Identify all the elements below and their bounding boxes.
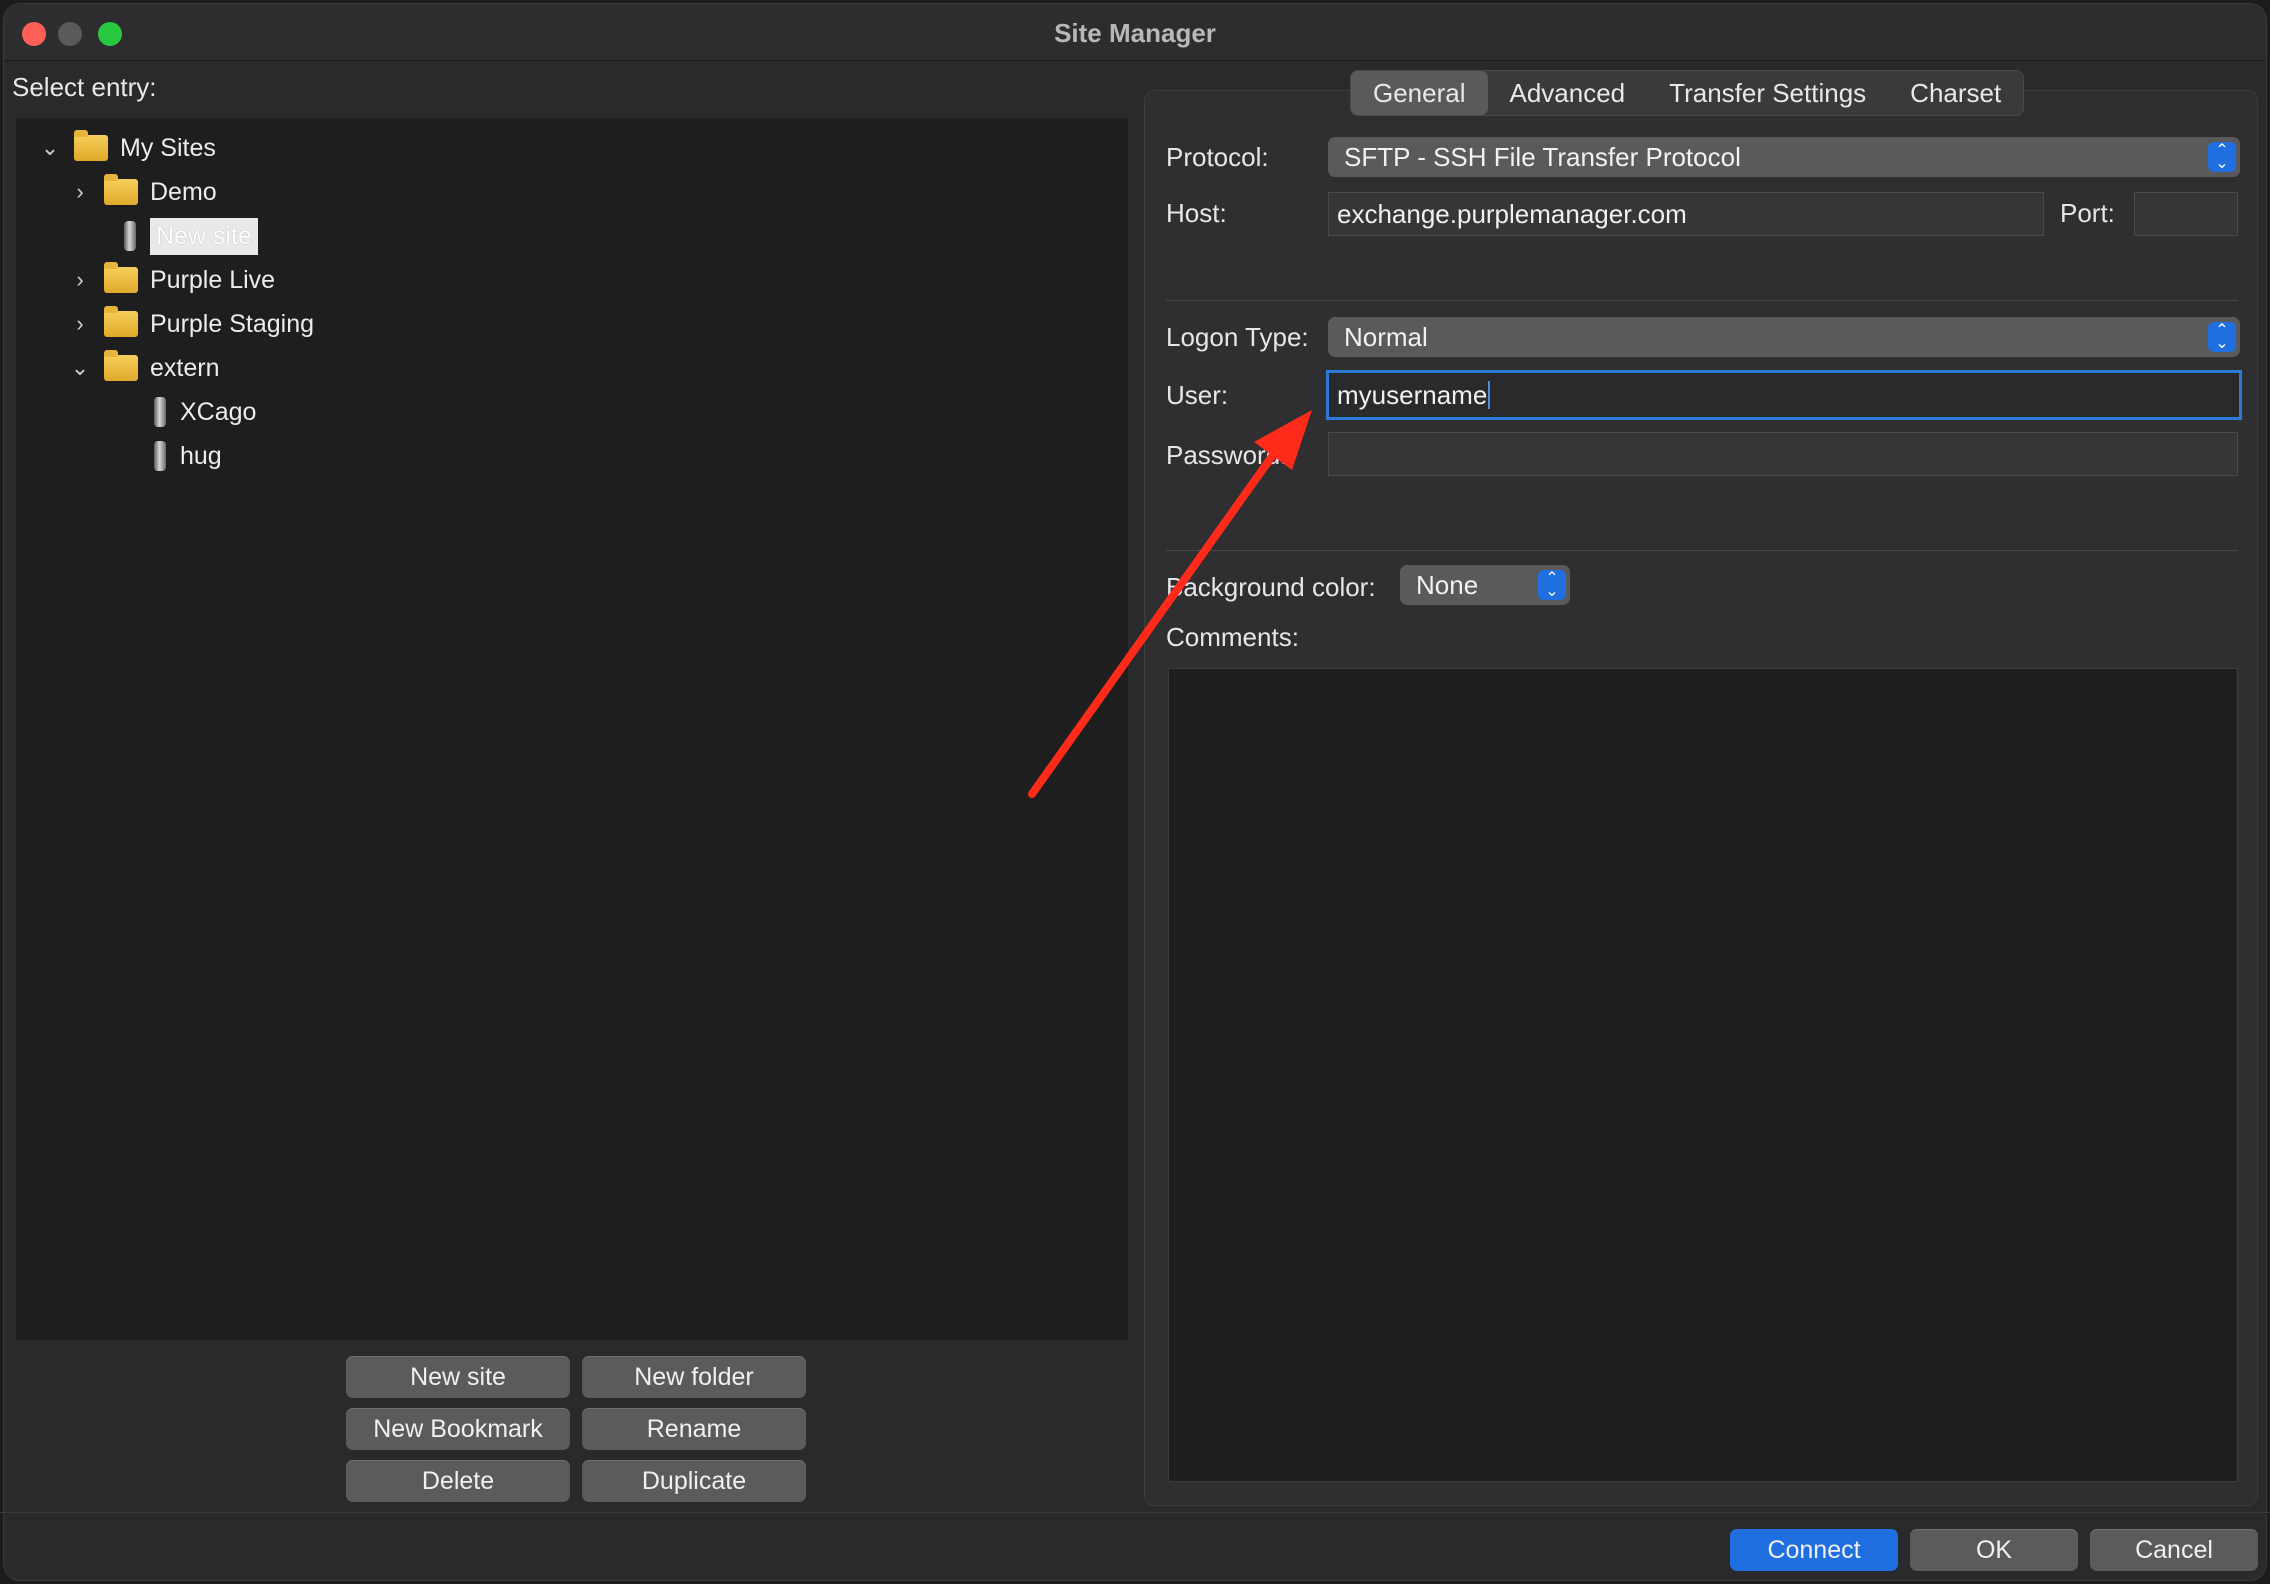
tab-charset[interactable]: Charset xyxy=(1888,71,2023,115)
connect-button[interactable]: Connect xyxy=(1730,1529,1898,1571)
folder-icon xyxy=(104,262,138,293)
server-icon xyxy=(124,221,136,251)
tree-item-demo[interactable]: › Demo xyxy=(70,172,217,212)
host-value: exchange.purplemanager.com xyxy=(1337,198,1687,229)
tree-item-my-sites[interactable]: ⌄ My Sites xyxy=(40,128,216,168)
tree-item-label: hug xyxy=(180,441,222,470)
select-entry-label: Select entry: xyxy=(12,72,157,102)
background-color-value: None xyxy=(1416,569,1479,600)
folder-icon xyxy=(104,350,138,381)
chevron-right-icon[interactable]: › xyxy=(70,179,90,204)
protocol-value: SFTP - SSH File Transfer Protocol xyxy=(1344,141,1741,172)
tab-advanced[interactable]: Advanced xyxy=(1488,71,1648,115)
cancel-button[interactable]: Cancel xyxy=(2090,1529,2258,1571)
rename-button[interactable]: Rename xyxy=(582,1408,806,1450)
host-field[interactable]: exchange.purplemanager.com xyxy=(1328,192,2044,236)
tree-item-label: Purple Staging xyxy=(150,309,315,338)
tree-item-label: New site xyxy=(150,217,258,255)
port-label: Port: xyxy=(2060,198,2115,228)
new-site-button[interactable]: New site xyxy=(346,1356,570,1398)
chevron-down-icon[interactable]: ⌄ xyxy=(70,355,90,380)
separator xyxy=(1166,550,2238,551)
tree-item-extern[interactable]: ⌄ extern xyxy=(70,348,219,388)
updown-chevron-icon: ⌃ ⌄ xyxy=(1538,570,1566,600)
tree-item-label: extern xyxy=(150,353,220,382)
tree-item-hug[interactable]: hug xyxy=(154,436,222,476)
tree-item-purple-live[interactable]: › Purple Live xyxy=(70,260,275,300)
title-bar: Site Manager xyxy=(4,4,2266,61)
protocol-select[interactable]: SFTP - SSH File Transfer Protocol ⌃ ⌄ xyxy=(1328,137,2240,177)
footer-separator xyxy=(0,1512,2270,1513)
tree-item-xcago[interactable]: XCago xyxy=(154,392,256,432)
new-bookmark-button[interactable]: New Bookmark xyxy=(346,1408,570,1450)
background-color-label: Background color: xyxy=(1166,572,1376,602)
tree-item-label: Demo xyxy=(150,177,217,206)
comments-label: Comments: xyxy=(1166,622,1299,652)
new-folder-button[interactable]: New folder xyxy=(582,1356,806,1398)
delete-button[interactable]: Delete xyxy=(346,1460,570,1502)
tab-transfer-settings[interactable]: Transfer Settings xyxy=(1647,71,1888,115)
tab-general[interactable]: General xyxy=(1351,71,1488,115)
duplicate-button[interactable]: Duplicate xyxy=(582,1460,806,1502)
user-value: myusername xyxy=(1337,379,1488,410)
settings-tabs: General Advanced Transfer Settings Chars… xyxy=(1350,70,2025,116)
folder-icon xyxy=(104,174,138,205)
tree-item-label: XCago xyxy=(180,397,257,426)
separator xyxy=(1166,300,2238,301)
logon-type-label: Logon Type: xyxy=(1166,322,1309,352)
server-icon xyxy=(154,441,166,471)
password-field[interactable] xyxy=(1328,432,2238,476)
tree-item-purple-staging[interactable]: › Purple Staging xyxy=(70,304,314,344)
folder-icon xyxy=(74,130,108,161)
server-icon xyxy=(154,397,166,427)
tree-item-label: Purple Live xyxy=(150,265,276,294)
tree-item-label: My Sites xyxy=(120,133,216,162)
text-caret xyxy=(1488,381,1491,409)
updown-chevron-icon: ⌃ ⌄ xyxy=(2208,322,2236,352)
chevron-right-icon[interactable]: › xyxy=(70,267,90,292)
tree-item-new-site[interactable]: New site xyxy=(124,216,258,256)
host-label: Host: xyxy=(1166,198,1227,228)
chevron-right-icon[interactable]: › xyxy=(70,311,90,336)
user-label: User: xyxy=(1166,380,1229,410)
user-field[interactable]: myusername xyxy=(1326,370,2242,420)
window-title: Site Manager xyxy=(1054,18,1216,48)
protocol-label: Protocol: xyxy=(1166,142,1269,172)
comments-textarea[interactable] xyxy=(1168,668,2238,1482)
logon-type-select[interactable]: Normal ⌃ ⌄ xyxy=(1328,317,2240,357)
chevron-down-icon[interactable]: ⌄ xyxy=(40,135,60,160)
port-field[interactable] xyxy=(2134,192,2238,236)
folder-icon xyxy=(104,306,138,337)
ok-button[interactable]: OK xyxy=(1910,1529,2078,1571)
background-color-select[interactable]: None ⌃ ⌄ xyxy=(1400,565,1570,605)
logon-type-value: Normal xyxy=(1344,321,1428,352)
password-label: Password: xyxy=(1166,440,1288,470)
updown-chevron-icon: ⌃ ⌄ xyxy=(2208,142,2236,172)
site-tree[interactable]: ⌄ My Sites › Demo New site › Purple Live… xyxy=(16,118,1128,1340)
